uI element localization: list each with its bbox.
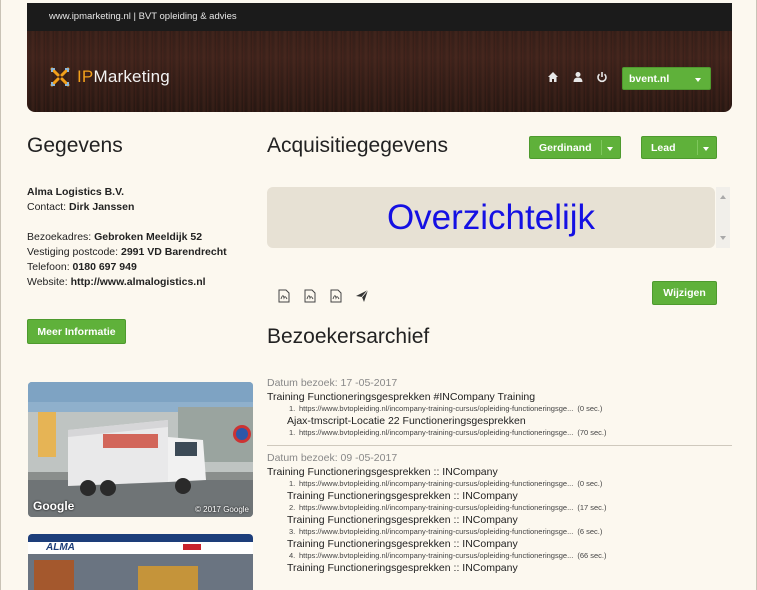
visit-url-line: 1. https://www.bvtopleiding.nl/incompany-… (267, 404, 732, 413)
visit-date: Datum bezoek: 09 -05-2017 (267, 452, 398, 464)
account-dropdown-label: bvent.nl (629, 72, 670, 85)
overview-text: Overzichtelijk (386, 197, 596, 237)
phone-value: 0180 697 949 (72, 261, 137, 273)
visit-url-line: 1. https://www.bvtopleiding.nl/incompany-… (267, 428, 732, 437)
contact-label: Contact: (27, 201, 70, 213)
home-icon[interactable] (547, 71, 559, 83)
website-label: Website: (27, 276, 71, 288)
dropdown-separator (601, 140, 602, 155)
more-info-button[interactable]: Meer Informatie (27, 319, 126, 344)
visit-duration: (0 sec.) (577, 404, 603, 413)
visit-subpage-title: Training Functioneringsgesprekken :: INC… (287, 490, 518, 502)
url-index: 1. (289, 404, 296, 413)
thumb-forklift (138, 566, 198, 590)
power-icon[interactable] (596, 71, 608, 83)
visit-duration: (17 sec.) (577, 503, 607, 512)
dropdown-separator (697, 140, 698, 155)
acquisition-heading: Acquisitiegegevens (267, 134, 448, 157)
visit-url-line: 1. https://www.bvtopleiding.nl/incompany-… (267, 479, 732, 488)
visit-url-link[interactable]: https://www.bvtopleiding.nl/incompany-tr… (299, 551, 573, 560)
company-name: Alma Logistics B.V. (27, 186, 125, 198)
url-index: 1. (289, 479, 296, 488)
visit-duration: (6 sec.) (577, 527, 603, 536)
visit-url-link[interactable]: https://www.bvtopleiding.nl/incompany-tr… (299, 404, 573, 413)
website-thumbnail[interactable]: ALMA (28, 534, 253, 590)
url-index: 3. (289, 527, 296, 536)
visit-url-link[interactable]: https://www.bvtopleiding.nl/incompany-tr… (299, 503, 573, 512)
url-index: 4. (289, 551, 296, 560)
visit-page-title: Training Functioneringsgesprekken #INCom… (267, 391, 536, 403)
visit-subpage-title: Training Functioneringsgesprekken :: INC… (287, 538, 518, 550)
archive-heading: Bezoekersarchief (267, 325, 430, 348)
street-view-photo[interactable]: Google © 2017 Google (28, 382, 253, 517)
visit-url-line: 4. https://www.bvtopleiding.nl/incompany-… (267, 551, 732, 560)
thumb-topbar (28, 534, 253, 542)
user-icon[interactable] (572, 71, 584, 83)
top-bar: www.ipmarketing.nl | BVT opleiding & adv… (27, 3, 732, 31)
phone-label: Telefoon: (27, 261, 73, 273)
logo-icon (50, 67, 70, 87)
visit-url-link[interactable]: https://www.bvtopleiding.nl/incompany-tr… (299, 527, 573, 536)
pdf-icon[interactable] (330, 289, 342, 303)
status-dropdown-label: Lead (651, 141, 676, 154)
visit-subpage-title: Training Functioneringsgesprekken :: INC… (287, 562, 518, 574)
chevron-down-icon (695, 78, 701, 82)
site-header: www.ipmarketing.nl | BVT opleiding & adv… (27, 3, 732, 112)
website-link[interactable]: http://www.almalogistics.nl (71, 276, 206, 288)
postcode-value: 2991 VD Barendrecht (120, 246, 227, 258)
scroll-up-icon[interactable] (720, 195, 726, 199)
visitor-archive: Datum bezoek: 17 -05-2017 Training Functi… (267, 377, 732, 575)
visit-duration: (70 sec.) (577, 428, 607, 437)
google-watermark: Google (33, 499, 75, 513)
gegevens-heading: Gegevens (27, 134, 123, 157)
contact-value: Dirk Janssen (69, 201, 135, 213)
url-index: 1. (289, 428, 296, 437)
visit-duration: (66 sec.) (577, 551, 607, 560)
person-dropdown-label: Gerdinand (539, 141, 592, 154)
visit-page-title: Training Functioneringsgesprekken :: INC… (267, 466, 498, 478)
logo-ip: IP (77, 67, 94, 86)
status-dropdown[interactable]: Lead (641, 136, 717, 159)
overview-scrollbar[interactable] (716, 187, 730, 248)
visit-separator (267, 445, 732, 446)
scroll-down-icon[interactable] (720, 236, 726, 240)
person-dropdown[interactable]: Gerdinand (529, 136, 621, 159)
truck-photo-image (28, 382, 253, 517)
visit-url-link[interactable]: https://www.bvtopleiding.nl/incompany-tr… (299, 479, 573, 488)
visit-date: Datum bezoek: 17 -05-2017 (267, 377, 398, 389)
chevron-down-icon (607, 147, 613, 151)
logo-rest: Marketing (93, 67, 170, 86)
chevron-down-icon (703, 147, 709, 151)
thumb-shelves (34, 560, 74, 590)
postcode-label: Vestiging postcode: (27, 246, 121, 258)
logo[interactable]: IPMarketing (49, 66, 170, 88)
visit-subpage-title: Training Functioneringsgesprekken :: INC… (287, 514, 518, 526)
logo-text: IPMarketing (77, 67, 170, 87)
address-label: Bezoekadres: (27, 231, 95, 243)
pdf-icon[interactable] (304, 289, 316, 303)
edit-button[interactable]: Wijzigen (652, 281, 717, 305)
thumb-menu-highlight (183, 544, 201, 550)
visit-duration: (0 sec.) (577, 479, 603, 488)
topbar-text: www.ipmarketing.nl | BVT opleiding & adv… (49, 11, 237, 22)
visit-url-line: 2. https://www.bvtopleiding.nl/incompany-… (267, 503, 732, 512)
pdf-icon[interactable] (278, 289, 290, 303)
visit-url-link[interactable]: https://www.bvtopleiding.nl/incompany-tr… (299, 428, 573, 437)
address-value: Gebroken Meeldijk 52 (94, 231, 203, 243)
visit-url-line: 3. https://www.bvtopleiding.nl/incompany-… (267, 527, 732, 536)
photo-copyright: © 2017 Google (195, 505, 249, 514)
company-info: Alma Logistics B.V. Contact: Dirk Jansse… (27, 185, 227, 290)
visit-subpage-title: Ajax-tmscript-Locatie 22 Functioneringsg… (287, 415, 526, 427)
url-index: 2. (289, 503, 296, 512)
account-dropdown[interactable]: bvent.nl (622, 67, 711, 90)
overview-textarea[interactable]: Overzichtelijk (267, 187, 715, 248)
site-logo: ALMA (46, 542, 75, 553)
send-icon[interactable] (355, 289, 369, 303)
